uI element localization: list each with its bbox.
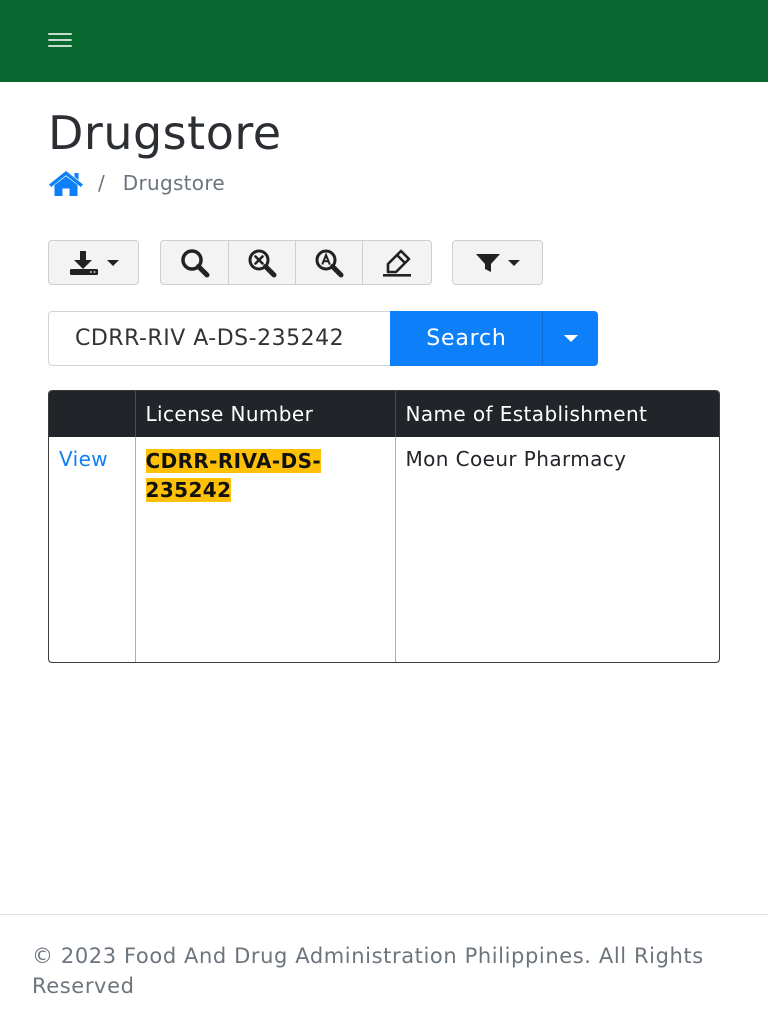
search-submit-button[interactable]: Search [390,311,543,366]
filter-icon [475,252,501,274]
page-title: Drugstore [48,106,282,160]
filter-dropdown-button[interactable] [452,240,543,285]
highlighted-match: CDRR-RIVA-DS- [145,449,322,473]
highlight-icon [380,248,414,278]
clear-search-icon [245,248,279,278]
results-table: License Number Name of Establishment Vie… [48,390,720,663]
view-link[interactable]: View [59,447,108,471]
table-header-row: License Number Name of Establishment [49,391,719,437]
chevron-down-icon [107,259,119,266]
copyright-text: © 2023 Food And Drug Administration Phil… [32,944,704,998]
license-number: CDRR-RIVA-DS- 235242 [145,447,385,505]
column-header-establishment[interactable]: Name of Establishment [395,391,719,437]
download-icon [68,250,100,276]
advanced-search-button[interactable] [295,240,363,285]
home-icon[interactable] [48,169,84,197]
chevron-down-icon [508,259,520,266]
download-dropdown-button[interactable] [48,240,139,285]
breadcrumb-separator: / [98,171,105,195]
advanced-search-icon [312,248,346,278]
search-button[interactable] [160,240,229,285]
highlight-button[interactable] [362,240,432,285]
table-row: View CDRR-RIVA-DS- 235242 Mon Coeur Phar… [49,437,719,662]
license-cell: CDRR-RIVA-DS- 235242 [135,437,396,662]
action-cell: View [49,437,136,662]
establishment-name: Mon Coeur Pharmacy [405,447,627,471]
highlighted-match: 235242 [145,478,232,502]
establishment-cell: Mon Coeur Pharmacy [395,437,719,662]
hamburger-menu-icon[interactable] [48,32,74,50]
search-options-dropdown[interactable] [542,311,598,366]
breadcrumb: / Drugstore [48,168,225,198]
column-header-license[interactable]: License Number [135,391,396,437]
chevron-down-icon [563,335,578,342]
magnifier-icon [178,248,212,278]
clear-search-button[interactable] [228,240,296,285]
top-navbar [0,0,768,82]
column-header-action [49,391,136,437]
breadcrumb-current: Drugstore [122,171,226,195]
footer: © 2023 Food And Drug Administration Phil… [0,914,768,1024]
search-input[interactable] [48,311,391,366]
